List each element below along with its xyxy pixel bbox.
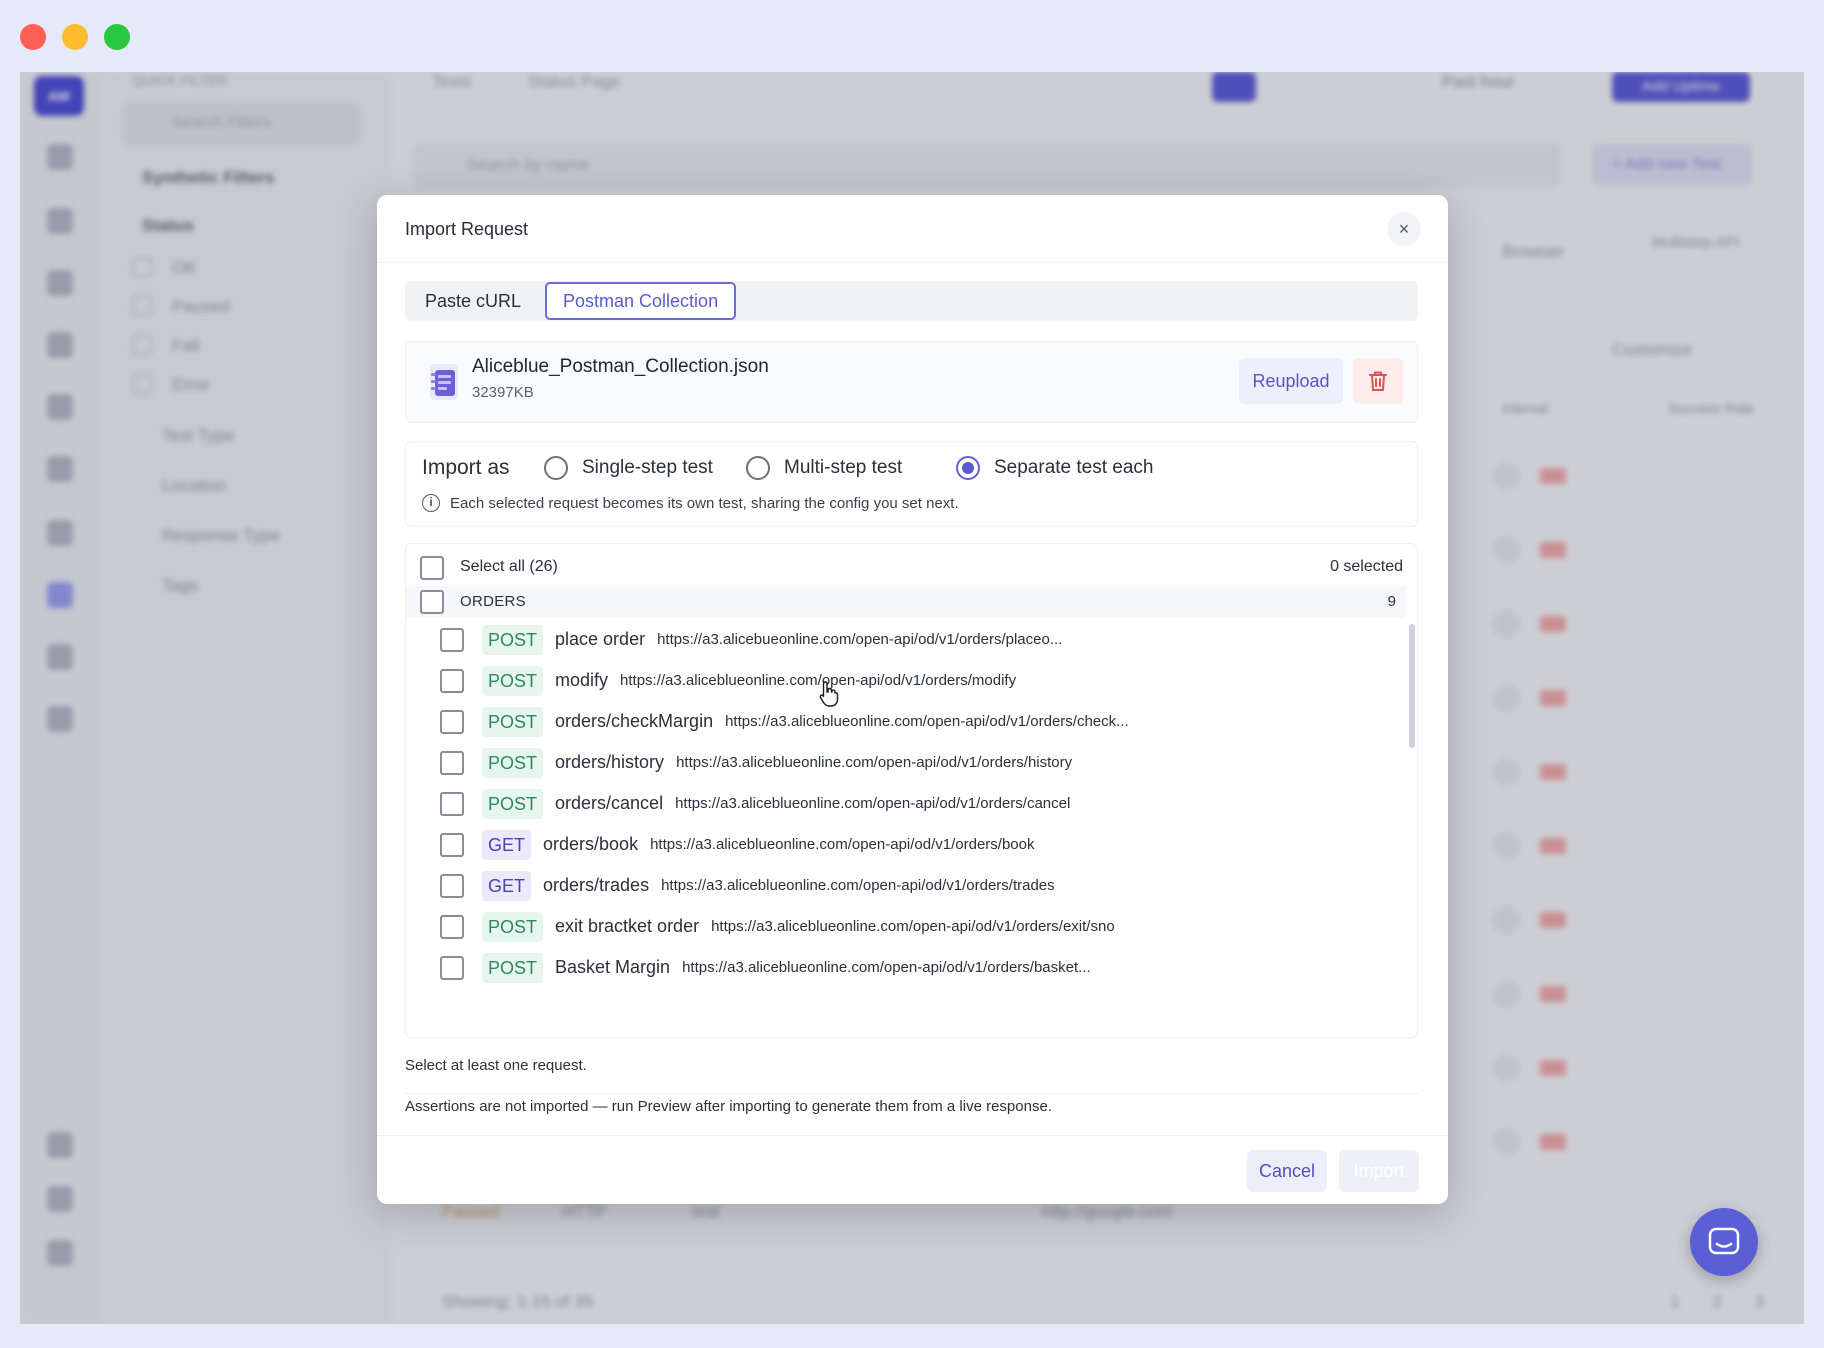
modal-title: Import Request — [405, 219, 529, 239]
radio-separate-each-label: Separate test each — [994, 457, 1154, 478]
request-name: orders/book — [543, 834, 639, 854]
request-name: exit bractket order — [555, 916, 700, 936]
file-name: Aliceblue_Postman_Collection.json — [472, 356, 769, 377]
request-url: https://a3.alicebueonline.com/open-api/o… — [657, 631, 1063, 648]
request-name: orders/cancel — [555, 793, 664, 813]
reupload-button[interactable]: Reupload — [1239, 358, 1343, 404]
radio-multi-step[interactable]: Multi-step test — [746, 455, 902, 481]
request-checkbox[interactable] — [440, 627, 464, 652]
selected-count: 0 selected — [1330, 558, 1403, 575]
file-size: 32397KB — [472, 384, 534, 401]
request-row[interactable]: POST orders/cancel https://a3.aliceblueo… — [406, 783, 1406, 824]
select-all-checkbox[interactable] — [420, 556, 444, 580]
chat-launcher-button[interactable] — [1690, 1208, 1758, 1276]
window-titlebar — [0, 0, 1824, 72]
request-url: https://a3.aliceblueonline.com/open-api/… — [711, 918, 1115, 935]
radio-separate-each-indicator[interactable] — [956, 456, 980, 480]
request-url: https://a3.aliceblueonline.com/open-api/… — [725, 713, 1129, 730]
radio-multi-step-label: Multi-step test — [784, 457, 903, 478]
request-row[interactable]: POST modify https://a3.aliceblueonline.c… — [406, 660, 1406, 701]
method-badge: POST — [482, 911, 544, 942]
divider — [405, 1093, 1418, 1094]
radio-multi-step-indicator[interactable] — [746, 456, 770, 480]
request-checkbox[interactable] — [440, 709, 464, 734]
group-row-orders[interactable]: ORDERS 9 — [406, 586, 1406, 618]
request-row[interactable]: GET orders/trades https://a3.aliceblueon… — [406, 865, 1406, 906]
request-name: orders/history — [555, 752, 665, 772]
assertions-note: Assertions are not imported — run Previe… — [405, 1098, 1052, 1115]
request-list: Select all (26) 0 selected ORDERS 9 POST… — [405, 543, 1418, 1038]
method-badge: GET — [482, 870, 532, 901]
tab-postman-collection[interactable]: Postman Collection — [545, 282, 737, 320]
postman-file-icon — [430, 364, 458, 400]
trash-icon — [1369, 371, 1387, 391]
request-checkbox[interactable] — [440, 955, 464, 980]
radio-separate-each[interactable]: Separate test each — [956, 455, 1154, 481]
import-as-section: Import as Single-step test Multi-step te… — [405, 441, 1418, 527]
request-row[interactable]: GET orders/book https://a3.aliceblueonli… — [406, 824, 1406, 865]
request-row[interactable]: POST Basket Margin https://a3.aliceblueo… — [406, 947, 1406, 988]
request-checkbox[interactable] — [440, 750, 464, 775]
info-icon: i — [422, 494, 440, 512]
method-badge: POST — [482, 747, 544, 778]
tab-paste-curl[interactable]: Paste cURL — [425, 281, 521, 321]
import-as-label: Import as — [422, 456, 510, 479]
select-all-label: Select all (26) — [460, 558, 558, 575]
request-name: Basket Margin — [555, 957, 671, 977]
request-name: place order — [555, 629, 646, 649]
request-checkbox[interactable] — [440, 668, 464, 693]
radio-single-step[interactable]: Single-step test — [544, 455, 713, 481]
close-icon[interactable]: × — [1387, 212, 1421, 246]
window-minimize-dot[interactable] — [62, 24, 88, 50]
request-checkbox[interactable] — [440, 914, 464, 939]
method-badge: POST — [482, 665, 544, 696]
request-name: orders/trades — [543, 875, 650, 895]
import-button[interactable]: Import — [1339, 1150, 1419, 1192]
method-badge: POST — [482, 788, 544, 819]
import-request-modal: Import Request × Paste cURL Postman Coll… — [377, 195, 1448, 1204]
request-name: modify — [555, 670, 609, 690]
chat-icon — [1708, 1227, 1740, 1255]
radio-single-step-label: Single-step test — [582, 457, 713, 478]
request-row[interactable]: POST orders/history https://a3.aliceblue… — [406, 742, 1406, 783]
request-url: https://a3.aliceblueonline.com/open-api/… — [661, 877, 1055, 894]
radio-single-step-indicator[interactable] — [544, 456, 568, 480]
request-row[interactable]: POST orders/checkMargin https://a3.alice… — [406, 701, 1406, 742]
cancel-button[interactable]: Cancel — [1247, 1150, 1327, 1192]
request-checkbox[interactable] — [440, 832, 464, 857]
import-source-tabs: Paste cURL Postman Collection — [405, 281, 1418, 321]
request-row[interactable]: POST exit bractket order https://a3.alic… — [406, 906, 1406, 947]
import-as-info: i Each selected request becomes its own … — [422, 494, 959, 512]
window-close-dot[interactable] — [20, 24, 46, 50]
request-url: https://a3.aliceblueonline.com/open-api/… — [675, 795, 1071, 812]
method-badge: GET — [482, 829, 532, 860]
uploaded-file-card: Aliceblue_Postman_Collection.json 32397K… — [405, 341, 1418, 423]
import-as-info-text: Each selected request becomes its own te… — [450, 494, 959, 512]
group-count: 9 — [1387, 593, 1396, 610]
method-badge: POST — [482, 624, 544, 655]
request-row[interactable]: POST place order https://a3.alicebueonli… — [406, 619, 1406, 660]
group-checkbox[interactable] — [420, 590, 444, 614]
hand-cursor-icon — [819, 681, 839, 707]
method-badge: POST — [482, 706, 544, 737]
footer-divider — [377, 1135, 1448, 1136]
method-badge: POST — [482, 952, 544, 983]
request-url: https://a3.aliceblueonline.com/open-api/… — [650, 836, 1035, 853]
request-checkbox[interactable] — [440, 873, 464, 898]
request-url: https://a3.aliceblueonline.com/open-api/… — [676, 754, 1073, 771]
validation-hint: Select at least one request. — [405, 1057, 587, 1074]
window-maximize-dot[interactable] — [104, 24, 130, 50]
group-name: ORDERS — [460, 593, 526, 610]
request-checkbox[interactable] — [440, 791, 464, 816]
request-list-scrollbar[interactable] — [1409, 624, 1415, 748]
modal-header: Import Request × — [377, 195, 1448, 263]
delete-file-button[interactable] — [1353, 358, 1403, 404]
request-url: https://a3.aliceblueonline.com/open-api/… — [682, 959, 1091, 976]
request-name: orders/checkMargin — [555, 711, 714, 731]
